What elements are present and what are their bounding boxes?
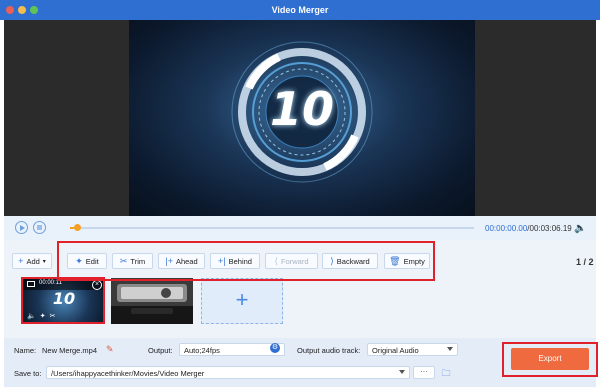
time-display: 00:00:00.00/00:03:06.19	[485, 224, 572, 233]
chevron-down-icon: ▾	[42, 258, 46, 265]
output-name: New Merge.mp4	[42, 346, 98, 355]
gear-icon[interactable]: ⚙	[270, 343, 280, 353]
audio-track-select[interactable]: Original Audio	[367, 343, 458, 356]
chevron-down-icon	[447, 347, 453, 351]
toolbar-highlight	[57, 241, 435, 281]
current-time: 00:00:00.00	[485, 224, 528, 233]
add-label: Add	[26, 256, 40, 266]
play-button[interactable]	[15, 221, 28, 234]
selected-clip-highlight	[21, 277, 105, 324]
add-clip-button[interactable]: +	[201, 278, 283, 324]
total-time: /00:03:06.19	[527, 224, 572, 233]
playback-bar: 00:00:00.00/00:03:06.19 🔈	[4, 216, 596, 240]
video-preview: 10	[4, 20, 596, 216]
car-scene-thumbnail	[111, 278, 193, 324]
progress-track[interactable]	[70, 224, 474, 231]
output-label: Output:	[148, 346, 173, 355]
pencil-icon[interactable]: ✎	[106, 344, 114, 355]
name-label: Name:	[14, 346, 37, 355]
output-format-value: Auto;24fps	[184, 346, 220, 355]
browse-button[interactable]: ···	[413, 366, 435, 379]
audio-track-value: Original Audio	[372, 346, 419, 355]
plus-icon: +	[235, 287, 249, 312]
save-path-field[interactable]: /Users/ihappyacethinker/Movies/Video Mer…	[46, 366, 410, 379]
window-title: Video Merger	[271, 5, 329, 15]
audio-track-label: Output audio track:	[297, 346, 361, 355]
output-format-field[interactable]: Auto;24fps	[179, 343, 285, 356]
chevron-down-icon	[399, 370, 405, 374]
progress-handle[interactable]	[74, 224, 82, 231]
clip-thumbnail-2[interactable]	[111, 278, 193, 324]
add-button[interactable]: + Add ▾	[12, 253, 52, 269]
page-indicator: 1 / 2	[576, 257, 594, 267]
export-button[interactable]: Export	[511, 348, 589, 370]
volume-icon[interactable]: 🔈	[574, 223, 588, 234]
preview-frame: 10	[129, 20, 475, 216]
countdown-number: 10	[269, 82, 334, 136]
save-path-value: /Users/ihappyacethinker/Movies/Video Mer…	[51, 369, 205, 378]
title-bar: Video Merger	[0, 0, 600, 20]
save-to-label: Save to:	[14, 369, 42, 378]
folder-icon[interactable]: 🗀	[438, 366, 454, 379]
plus-icon: +	[18, 255, 24, 266]
stop-button[interactable]	[33, 221, 46, 234]
